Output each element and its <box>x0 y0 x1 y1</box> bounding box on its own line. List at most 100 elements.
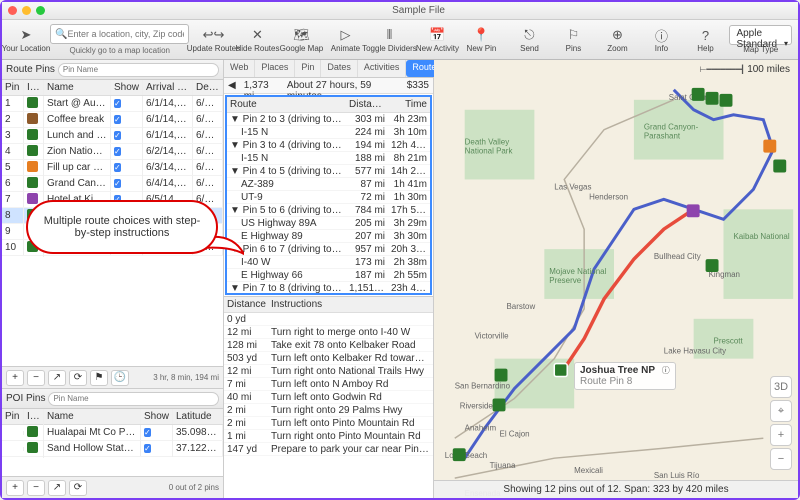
share-icon: ⎋ <box>519 26 539 44</box>
poi-pin-row[interactable]: Sand Hollow State Park - …✓37.1226… <box>2 441 223 457</box>
window-controls[interactable] <box>8 6 45 15</box>
info-button[interactable]: ⓘInfo <box>641 24 681 55</box>
direction-row[interactable]: 147 ydPrepare to park your car near Pint… <box>224 443 433 456</box>
refresh-pin-button[interactable]: ⟳ <box>69 370 87 386</box>
add-poi-button[interactable]: + <box>6 480 24 496</box>
new-activity-button[interactable]: 📅New Activity <box>417 24 457 55</box>
route-summary: ◀1,373 miAbout 27 hours, 59 minutes$335 <box>224 78 433 94</box>
selected-pin-label[interactable]: Joshua Tree NP ⓘRoute Pin 8 <box>574 362 676 390</box>
itinerary-button[interactable]: 📋Itinerary <box>796 24 800 55</box>
routes-table[interactable]: ▼ Pin 2 to 3 (driving to Lunch and some … <box>227 113 430 295</box>
tab-dates[interactable]: Dates <box>321 60 358 77</box>
directions-table[interactable]: 0 yd12 miTurn right to merge onto I-40 W… <box>224 313 433 456</box>
annotation-callout: Multiple route choices with step-by-step… <box>26 200 218 254</box>
tab-pin[interactable]: Pin <box>295 60 321 77</box>
svg-text:Lake Havasu City: Lake Havasu City <box>664 347 726 356</box>
location-search[interactable]: 🔍 <box>50 24 189 44</box>
tab-places[interactable]: Places <box>255 60 295 77</box>
svg-text:National Park: National Park <box>465 147 513 156</box>
routes-panel: WebPlacesPinDatesActivitiesRoutes ◀1,373… <box>224 60 434 498</box>
svg-text:Tijuana: Tijuana <box>490 461 516 470</box>
pins-icon: ⚐ <box>563 26 583 44</box>
map-type-select[interactable]: Apple Standard <box>729 25 792 45</box>
your-location-button[interactable]: ➤Your Location <box>6 24 46 55</box>
add-pin-button[interactable]: + <box>6 370 24 386</box>
svg-text:San Luis Río: San Luis Río <box>654 471 700 480</box>
poi-pins-search[interactable] <box>48 392 219 406</box>
send-button[interactable]: ⎋Send <box>509 24 549 55</box>
zoom-icon: ⊕ <box>607 26 627 44</box>
poi-pins-table[interactable]: Hualapai Mt Co Park✓35.098…Sand Hollow S… <box>2 425 223 476</box>
direction-row[interactable]: 2 miTurn left onto Pinto Mountain Rd <box>224 417 433 430</box>
map-3d-button[interactable]: 3D <box>770 376 792 398</box>
route-tool-button[interactable]: ↗ <box>48 370 66 386</box>
new-pin-button[interactable]: 📍New Pin <box>461 24 501 55</box>
route-pins-search[interactable] <box>58 63 219 77</box>
map-controls: 3D ⌖ + − <box>770 376 792 470</box>
direction-row[interactable]: 0 yd <box>224 313 433 326</box>
map-icon: 🗺 <box>291 26 311 44</box>
route-pins-footer: + − ↗ ⟳ ⚑ 🕒 3 hr, 8 min, 194 mi <box>2 366 223 388</box>
svg-text:Long Beach: Long Beach <box>445 451 487 460</box>
direction-row[interactable]: 128 miTake exit 78 onto Kelbaker Road <box>224 339 433 352</box>
route-pins-status: 3 hr, 8 min, 194 mi <box>132 373 219 382</box>
poi-pins-title: POI Pins <box>6 393 45 404</box>
svg-text:Grand Canyon-: Grand Canyon- <box>644 123 699 132</box>
clock-button[interactable]: 🕒 <box>111 370 129 386</box>
svg-text:Parashant: Parashant <box>644 132 681 141</box>
help-icon: ? <box>695 26 715 44</box>
svg-text:Las Vegas: Las Vegas <box>554 182 591 191</box>
search-subtitle: Quickly go to a map location <box>50 46 189 55</box>
location-arrow-icon: ➤ <box>16 26 36 44</box>
toolbar: ➤Your Location 🔍 Quickly go to a map loc… <box>2 20 798 60</box>
direction-row[interactable]: 2 miTurn right onto 29 Palms Hwy <box>224 404 433 417</box>
x-icon: ✕ <box>247 26 267 44</box>
remove-poi-button[interactable]: − <box>27 480 45 496</box>
pin-icon: 📍 <box>471 26 491 44</box>
help-button[interactable]: ?Help <box>685 24 725 55</box>
direction-row[interactable]: 1 miTurn right onto Pinto Mountain Rd <box>224 430 433 443</box>
poi-status: 0 out of 2 pins <box>90 483 219 492</box>
map-zoom-out-button[interactable]: − <box>770 448 792 470</box>
left-sidebar: Route Pins PinIconNameShowArrival Da…De…… <box>2 60 224 498</box>
poi-refresh-button[interactable]: ⟳ <box>69 480 87 496</box>
svg-text:Prescott: Prescott <box>714 337 744 346</box>
poi-route-button[interactable]: ↗ <box>48 480 66 496</box>
location-search-input[interactable] <box>67 29 184 39</box>
route-row[interactable]: ▼ Pin 7 to 8 (driving to Joshua Tree NP)… <box>227 282 430 295</box>
remove-pin-button[interactable]: − <box>27 370 45 386</box>
window-title: Sample File <box>45 5 792 16</box>
columns-icon: ⫴ <box>379 26 399 44</box>
route-pins-columns: PinIconNameShowArrival Da…De… <box>2 80 223 96</box>
poi-pins-panel: POI Pins PinIc…NameShowLatitude Hualapai… <box>2 388 223 498</box>
svg-text:Barstow: Barstow <box>507 302 536 311</box>
animate-button[interactable]: ▷Animate <box>325 24 365 55</box>
pins-button[interactable]: ⚐Pins <box>553 24 593 55</box>
direction-row[interactable]: 7 miTurn left onto N Amboy Rd <box>224 378 433 391</box>
flag-button[interactable]: ⚑ <box>90 370 108 386</box>
direction-row[interactable]: 12 miTurn right to merge onto I-40 W <box>224 326 433 339</box>
svg-text:Victorville: Victorville <box>475 332 509 341</box>
route-pins-header: Route Pins <box>2 60 223 80</box>
tab-activities[interactable]: Activities <box>358 60 407 77</box>
tab-web[interactable]: Web <box>224 60 255 77</box>
direction-row[interactable]: 503 ydTurn left onto Kelbaker Rd toward … <box>224 352 433 365</box>
svg-text:Henderson: Henderson <box>589 192 628 201</box>
map-zoom-in-button[interactable]: + <box>770 424 792 446</box>
update-routes-button[interactable]: ↩↪Update Routes <box>193 24 233 55</box>
zoom-button[interactable]: ⊕Zoom <box>597 24 637 55</box>
map-scale: ⊢━━━━━━━┫ 100 miles <box>699 64 790 75</box>
direction-row[interactable]: 40 miTurn left onto Godwin Rd <box>224 391 433 404</box>
svg-text:Bullhead City: Bullhead City <box>654 252 701 261</box>
hide-routes-button[interactable]: ✕Hide Routes <box>237 24 277 55</box>
directions-panel: DistanceInstructions 0 yd12 miTurn right… <box>224 296 433 498</box>
svg-text:Mexicali: Mexicali <box>574 466 603 475</box>
direction-row[interactable]: 12 miTurn right onto National Trails Hwy <box>224 365 433 378</box>
titlebar: Sample File <box>2 2 798 20</box>
routes-tabs[interactable]: WebPlacesPinDatesActivitiesRoutes <box>224 60 433 78</box>
toggle-dividers-button[interactable]: ⫴Toggle Dividers <box>369 24 409 55</box>
map-panel[interactable]: Las Vegas Henderson Saint George Victorv… <box>434 60 798 498</box>
google-map-button[interactable]: 🗺Google Map <box>281 24 321 55</box>
play-icon: ▷ <box>335 26 355 44</box>
map-locate-button[interactable]: ⌖ <box>770 400 792 422</box>
